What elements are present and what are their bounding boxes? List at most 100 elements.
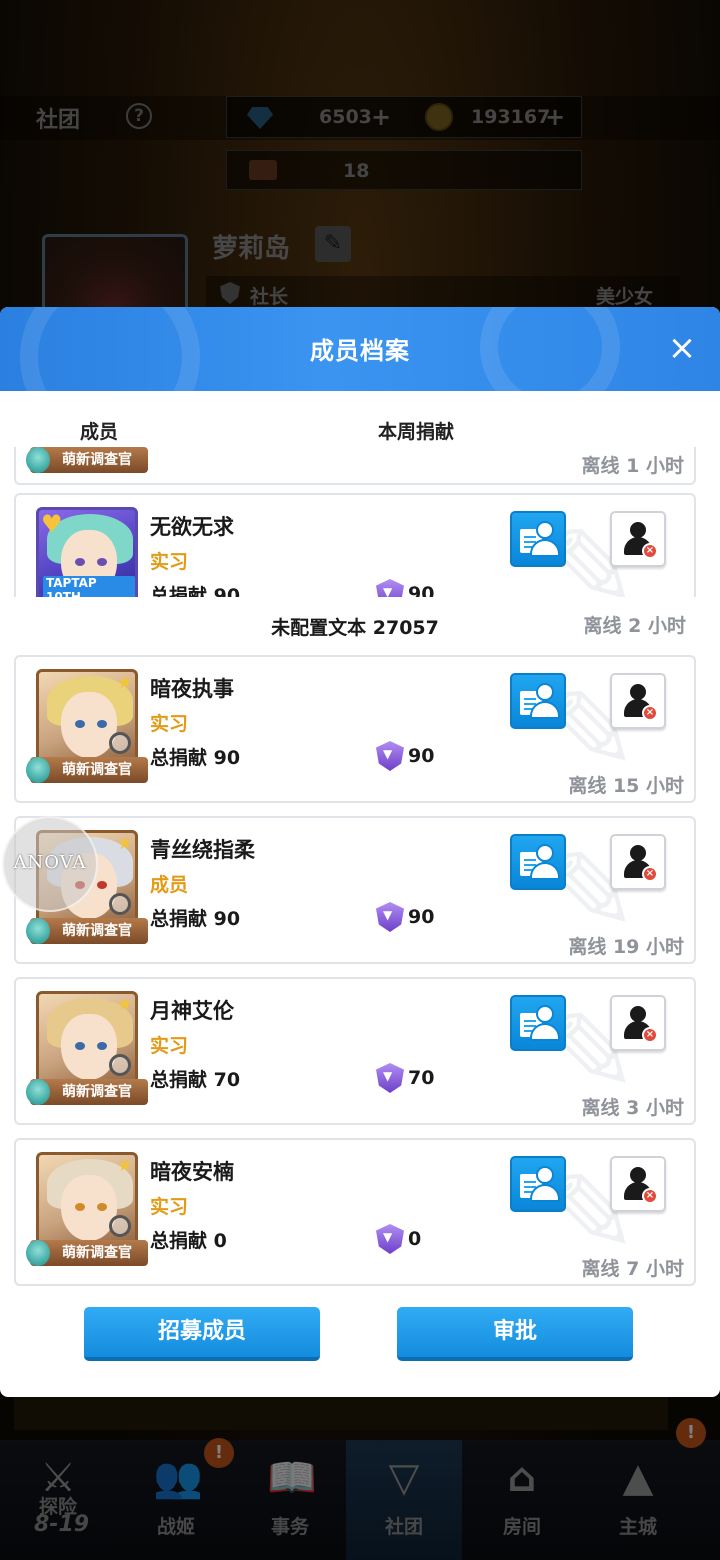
remove-x-icon: ×: [642, 866, 658, 882]
member-name: 青丝绕指柔: [150, 838, 255, 862]
person-remove-icon: [630, 1167, 646, 1183]
weekly-donation: 90: [408, 745, 435, 767]
avatar[interactable]: ★: [36, 1152, 138, 1254]
offline-status: 离线 7 小时: [581, 1258, 684, 1280]
heart-icon: ♥: [41, 510, 63, 538]
star-icon: ★: [116, 833, 133, 854]
avatar-title-tag: 萌新调查官: [26, 1079, 148, 1105]
approve-button[interactable]: 审批: [397, 1307, 633, 1361]
member-card[interactable]: ✎ ★ 萌新调查官 暗夜执事 实习 总捐献 90 90 离线 15 小时: [14, 655, 696, 803]
person-icon: [536, 683, 554, 701]
avatar-title-label: 萌新调查官: [62, 452, 132, 468]
total-donation: 总捐献 70: [150, 1069, 241, 1091]
avatar-eye: [75, 558, 85, 566]
avatar[interactable]: ★: [36, 991, 138, 1093]
chibi-icon: [26, 1079, 50, 1105]
avatar[interactable]: ♥ TAPTAP 10TH: [36, 507, 138, 609]
member-name: 暗夜安楠: [150, 1160, 234, 1184]
avatar-title-tag: 萌新调查官: [26, 918, 148, 944]
member-name: 无欲无求: [150, 515, 234, 539]
weekly-donation: 0: [408, 1228, 422, 1250]
kick-member-button[interactable]: ×: [610, 995, 666, 1051]
dialog-title: 成员档案: [310, 337, 410, 365]
kick-member-button[interactable]: ×: [610, 673, 666, 729]
member-rank: 实习: [150, 713, 189, 735]
total-donation: 总捐献 0: [150, 1230, 227, 1252]
view-profile-button[interactable]: [510, 511, 566, 567]
recruit-members-button[interactable]: 招募成员: [84, 1307, 320, 1361]
member-card[interactable]: ✎ ★ 萌新调查官 青丝绕指柔 成员 总捐献 90 90 离线 19 小时: [14, 816, 696, 964]
offline-status: 离线 15 小时: [568, 775, 684, 797]
avatar-eye: [97, 558, 107, 566]
donation-crest-icon: [376, 741, 404, 771]
avatar-title-tag: 萌新调查官: [26, 447, 148, 473]
kick-member-button[interactable]: ×: [610, 834, 666, 890]
donation-crest-icon: [376, 1224, 404, 1254]
view-profile-button[interactable]: [510, 834, 566, 890]
member-card-partial: 萌新调查官 离线 1 小时: [14, 447, 696, 485]
member-rank: 实习: [150, 551, 189, 573]
total-donation: 总捐献 90: [150, 747, 241, 769]
offline-status: 离线 2 小时: [583, 615, 686, 637]
member-profile-dialog: 成员档案 × 成员 本周捐献 萌新调查官 离线 1 小时 ✎ ♥ TAPTAP …: [0, 307, 720, 1397]
donation-crest-icon: [376, 1063, 404, 1093]
person-remove-icon: [630, 1006, 646, 1022]
donation-crest-icon: [376, 902, 404, 932]
remove-x-icon: ×: [642, 543, 658, 559]
avatar-eye: [97, 1042, 107, 1050]
member-rank: 实习: [150, 1196, 189, 1218]
close-icon[interactable]: ×: [664, 331, 700, 367]
chibi-icon: [26, 1240, 50, 1266]
chibi-icon: [26, 918, 50, 944]
avatar-eye: [75, 720, 85, 728]
member-name: 月神艾伦: [150, 999, 234, 1023]
anova-watermark-logo: ANOVA: [2, 816, 98, 912]
avatar-title-tag: 萌新调查官: [26, 757, 148, 783]
avatar-title-label: 萌新调查官: [62, 1245, 132, 1261]
avatar-face: [61, 692, 117, 758]
person-remove-icon: [630, 684, 646, 700]
kick-member-button[interactable]: ×: [610, 1156, 666, 1212]
member-rank: 成员: [150, 874, 189, 896]
remove-x-icon: ×: [642, 1027, 658, 1043]
member-list[interactable]: 萌新调查官 离线 1 小时 ✎ ♥ TAPTAP 10TH 无欲无求 实习 总捐…: [0, 447, 720, 1287]
person-icon: [536, 1166, 554, 1184]
magnifier-icon: [109, 732, 131, 754]
avatar-eye: [75, 1042, 85, 1050]
magnifier-icon: [109, 1054, 131, 1076]
avatar-face: [61, 1014, 117, 1080]
magnifier-icon: [109, 893, 131, 915]
offline-status: 离线 3 小时: [581, 1097, 684, 1119]
unconfigured-tooltip: 未配置文本 27057 离线 2 小时: [14, 597, 696, 651]
avatar-title-label: 萌新调查官: [62, 1084, 132, 1100]
person-remove-icon: [630, 522, 646, 538]
member-name: 暗夜执事: [150, 677, 234, 701]
avatar-eye: [97, 1203, 107, 1211]
view-profile-button[interactable]: [510, 995, 566, 1051]
dialog-header: 成员档案 ×: [0, 307, 720, 447]
avatar-title-tag: 萌新调查官: [26, 1240, 148, 1266]
member-card[interactable]: ✎ ★ 萌新调查官 月神艾伦 实习 总捐献 70 70 离线 3 小时: [14, 977, 696, 1125]
total-donation: 总捐献 90: [150, 908, 241, 930]
person-icon-body: [530, 1023, 560, 1041]
person-icon-body: [530, 862, 560, 880]
star-icon: ★: [116, 1155, 133, 1176]
offline-status: 离线 19 小时: [568, 936, 684, 958]
view-profile-button[interactable]: [510, 673, 566, 729]
avatar-eye: [97, 881, 107, 889]
avatar-title-label: 萌新调查官: [62, 762, 132, 778]
person-icon: [536, 521, 554, 539]
remove-x-icon: ×: [642, 1188, 658, 1204]
person-icon: [536, 844, 554, 862]
view-profile-button[interactable]: [510, 1156, 566, 1212]
person-icon-body: [530, 539, 560, 557]
magnifier-icon: [109, 1215, 131, 1237]
person-icon-body: [530, 1184, 560, 1202]
member-column-header: 成员: [80, 421, 119, 443]
remove-x-icon: ×: [642, 705, 658, 721]
weekly-donation: 70: [408, 1067, 435, 1089]
kick-member-button[interactable]: ×: [610, 511, 666, 567]
avatar-eye: [97, 720, 107, 728]
member-card[interactable]: ✎ ★ 萌新调查官 暗夜安楠 实习 总捐献 0 0 离线 7 小时: [14, 1138, 696, 1286]
avatar[interactable]: ★: [36, 669, 138, 771]
